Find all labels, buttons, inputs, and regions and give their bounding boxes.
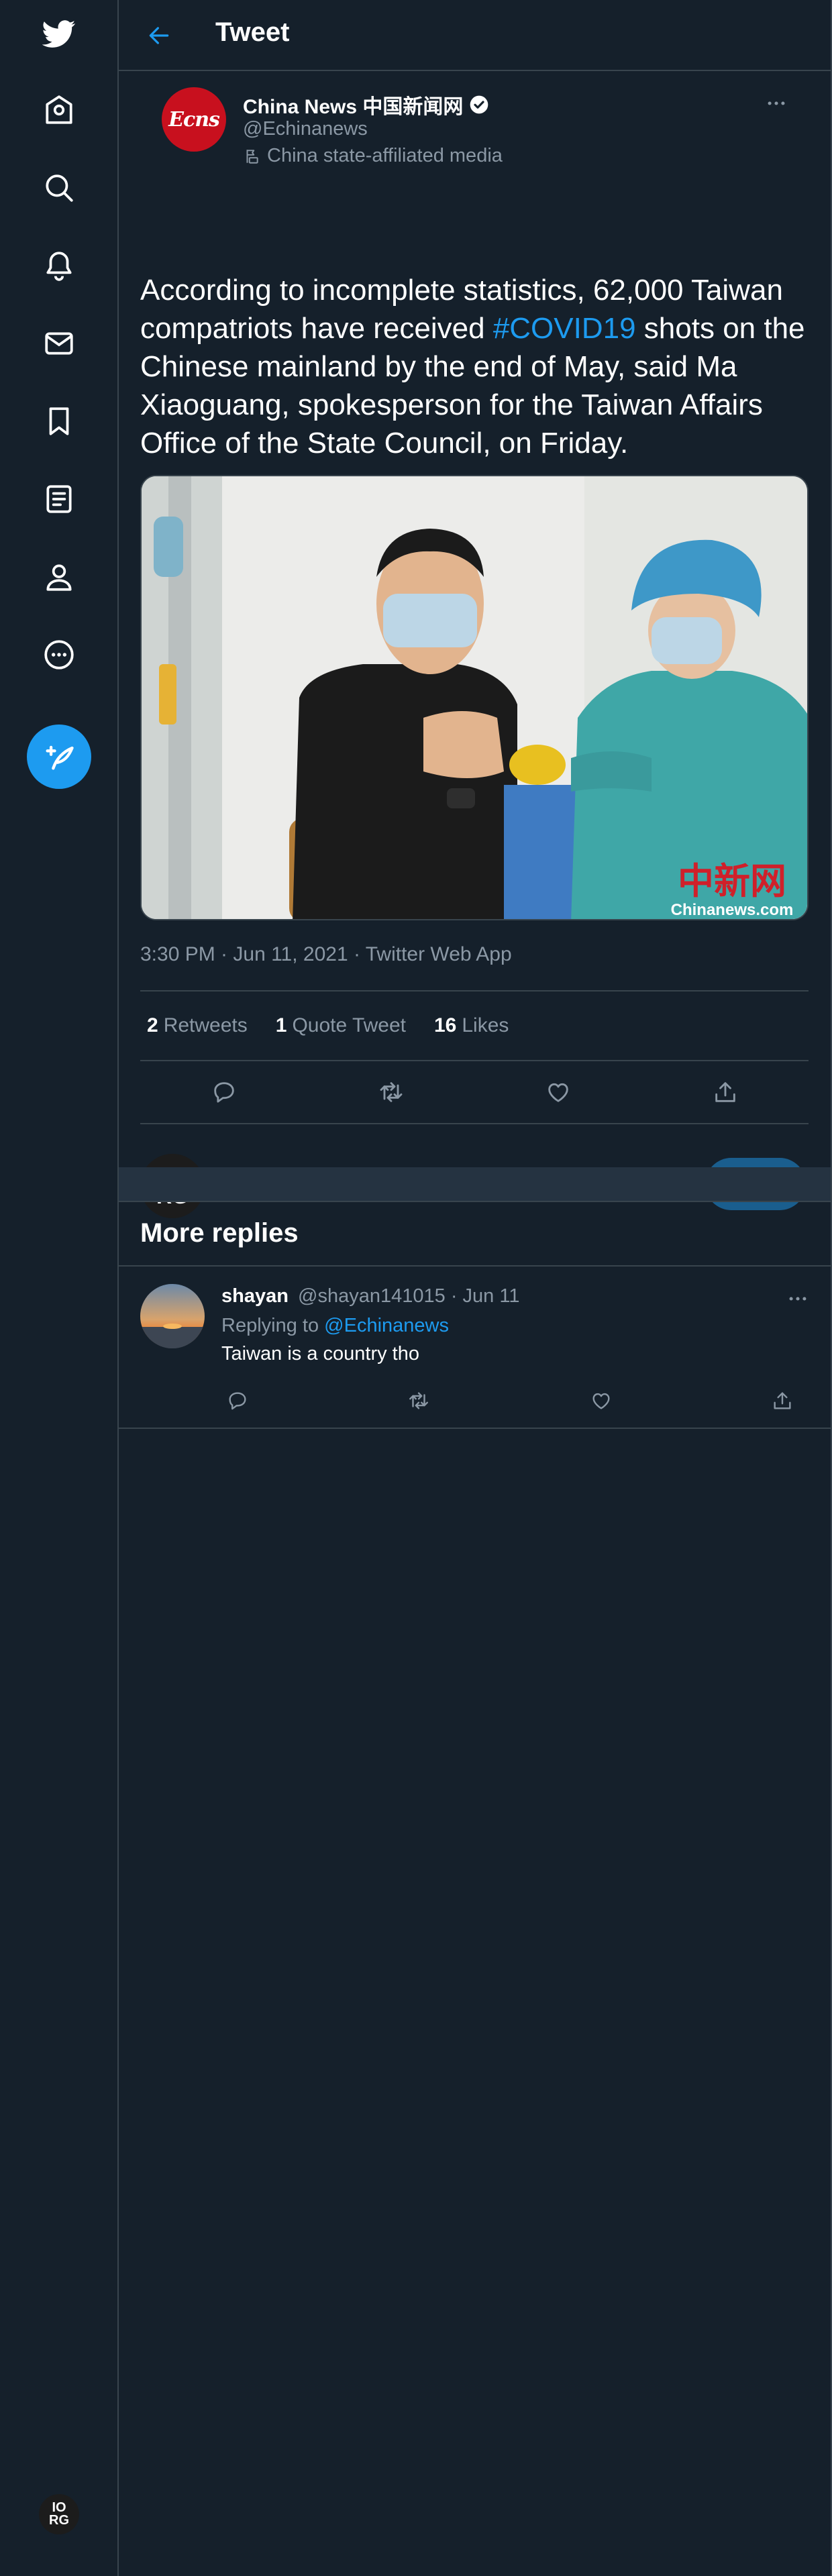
- reply-icon: [229, 1392, 246, 1410]
- author-name: China News 中国新闻网: [243, 96, 464, 118]
- reply-more-button[interactable]: [781, 1285, 815, 1312]
- account-switcher-avatar[interactable]: IO RG: [39, 2494, 79, 2534]
- sidebar-item-profile[interactable]: [32, 550, 86, 604]
- sidebar-item-twitter-logo[interactable]: [32, 7, 86, 60]
- main-column: Tweet Ecns China News 中国新闻网 @Echinanews …: [119, 0, 832, 2576]
- twitter-logo-icon: [42, 20, 76, 48]
- notifications-icon: [46, 252, 72, 281]
- vaccination-photo: 中新网 Chinanews.com: [142, 476, 807, 919]
- heart-icon: [592, 1393, 610, 1409]
- share-action-button[interactable]: [705, 1072, 745, 1112]
- reply-date[interactable]: · Jun 11: [451, 1285, 520, 1307]
- watermark-english: Chinanews.com: [671, 901, 794, 919]
- reply-like-button[interactable]: [585, 1385, 617, 1417]
- retweet-icon: [380, 1082, 402, 1102]
- tweet-actions: [140, 1061, 809, 1124]
- affiliation-text: China state-affiliated media: [267, 145, 503, 166]
- lists-icon: [46, 485, 72, 513]
- reply-tweet[interactable]: shayan @shayan141015 · Jun 11 Replying t…: [119, 1267, 831, 1429]
- likes-count: 16: [434, 1014, 457, 1036]
- main-tweet: Ecns China News 中国新闻网 @Echinanews China …: [119, 71, 831, 1218]
- sidebar-item-explore[interactable]: [32, 161, 86, 215]
- sidebar-nav: IO RG: [0, 0, 119, 2576]
- more-horizontal-icon: [789, 1297, 807, 1301]
- compose-tweet-icon: [46, 745, 74, 770]
- retweets-label: Retweets: [163, 1014, 248, 1036]
- compose-tweet-button[interactable]: [27, 724, 91, 789]
- reply-author-handle[interactable]: @shayan141015: [298, 1285, 446, 1307]
- tweet-photo[interactable]: 中新网 Chinanews.com: [140, 475, 809, 920]
- sidebar-item-bookmarks[interactable]: [32, 394, 86, 448]
- more-horizontal-icon: [768, 101, 785, 105]
- author-avatar[interactable]: Ecns: [162, 87, 226, 152]
- more-icon: [44, 640, 74, 669]
- sidebar-item-home[interactable]: [32, 83, 86, 137]
- page-header: Tweet: [119, 0, 831, 71]
- reply-author-name[interactable]: shayan: [221, 1285, 289, 1307]
- profile-icon: [46, 564, 72, 591]
- sidebar-item-more[interactable]: [32, 628, 86, 682]
- hashtag-link[interactable]: #COVID19: [493, 312, 636, 345]
- replying-to-label: Replying to: [221, 1315, 319, 1336]
- page-title: Tweet: [215, 17, 290, 47]
- sidebar-item-messages[interactable]: [32, 317, 86, 370]
- more-replies-heading: More replies: [140, 1218, 299, 1248]
- quote-tweets-count: 1: [275, 1014, 287, 1036]
- author-name-row[interactable]: China News 中国新闻网: [243, 90, 490, 119]
- reply-author-row: shayan @shayan141015 · Jun 11: [221, 1285, 519, 1307]
- likes-stat[interactable]: 16 Likes: [434, 1014, 509, 1037]
- avatar-text-line2: RG: [49, 2513, 69, 2528]
- verified-badge-icon: [470, 95, 488, 114]
- more-replies-header: More replies: [119, 1202, 831, 1267]
- retweets-stat[interactable]: 2 Retweets: [147, 1014, 248, 1037]
- back-button[interactable]: [139, 15, 179, 56]
- heart-icon: [548, 1083, 568, 1102]
- messages-icon: [45, 332, 73, 355]
- watermark-chinese: 中新网: [678, 859, 786, 902]
- reply-tweet-actions: [221, 1381, 798, 1421]
- share-icon: [715, 1082, 735, 1102]
- tweet-stats: 2 Retweets 1 Quote Tweet 16 Likes: [140, 990, 809, 1061]
- sidebar-item-notifications[interactable]: [32, 239, 86, 292]
- flag-podium-icon: [246, 149, 258, 164]
- reply-icon: [213, 1082, 234, 1103]
- retweets-count: 2: [147, 1014, 158, 1036]
- sunset-avatar-image: [140, 1284, 205, 1348]
- like-action-button[interactable]: [538, 1072, 578, 1112]
- tweet-text: According to incomplete statistics, 62,0…: [140, 271, 811, 462]
- sidebar-item-lists[interactable]: [32, 472, 86, 526]
- bookmarks-icon: [49, 407, 69, 435]
- reply-action-button[interactable]: [204, 1072, 244, 1112]
- reply-share-button[interactable]: [766, 1385, 798, 1417]
- state-affiliated-label[interactable]: China state-affiliated media: [243, 145, 503, 167]
- quote-tweets-label: Quote Tweet: [292, 1014, 406, 1036]
- explore-icon: [46, 174, 73, 202]
- reply-author-avatar[interactable]: [140, 1284, 205, 1348]
- quote-tweets-stat[interactable]: 1 Quote Tweet: [276, 1014, 406, 1037]
- reply-retweet-button[interactable]: [403, 1385, 435, 1417]
- reply-reply-button[interactable]: [221, 1385, 254, 1417]
- tweet-more-button[interactable]: [760, 90, 793, 117]
- author-avatar-logo-text: Ecns: [168, 107, 220, 131]
- tweet-author-row: Ecns China News 中国新闻网 @Echinanews China …: [140, 71, 809, 185]
- section-separator: [119, 1167, 831, 1202]
- likes-label: Likes: [462, 1014, 509, 1036]
- replying-to-mention[interactable]: @Echinanews: [324, 1315, 449, 1336]
- home-icon: [46, 95, 72, 124]
- retweet-icon: [409, 1392, 428, 1409]
- reply-text: Taiwan is a country tho: [221, 1343, 419, 1364]
- retweet-action-button[interactable]: [371, 1072, 411, 1112]
- author-handle[interactable]: @Echinanews: [243, 118, 368, 140]
- replying-to-line: Replying to @Echinanews: [221, 1315, 449, 1337]
- tweet-timestamp[interactable]: 3:30 PM · Jun 11, 2021 · Twitter Web App: [140, 943, 512, 966]
- back-arrow-icon: [149, 27, 169, 44]
- share-icon: [774, 1392, 791, 1409]
